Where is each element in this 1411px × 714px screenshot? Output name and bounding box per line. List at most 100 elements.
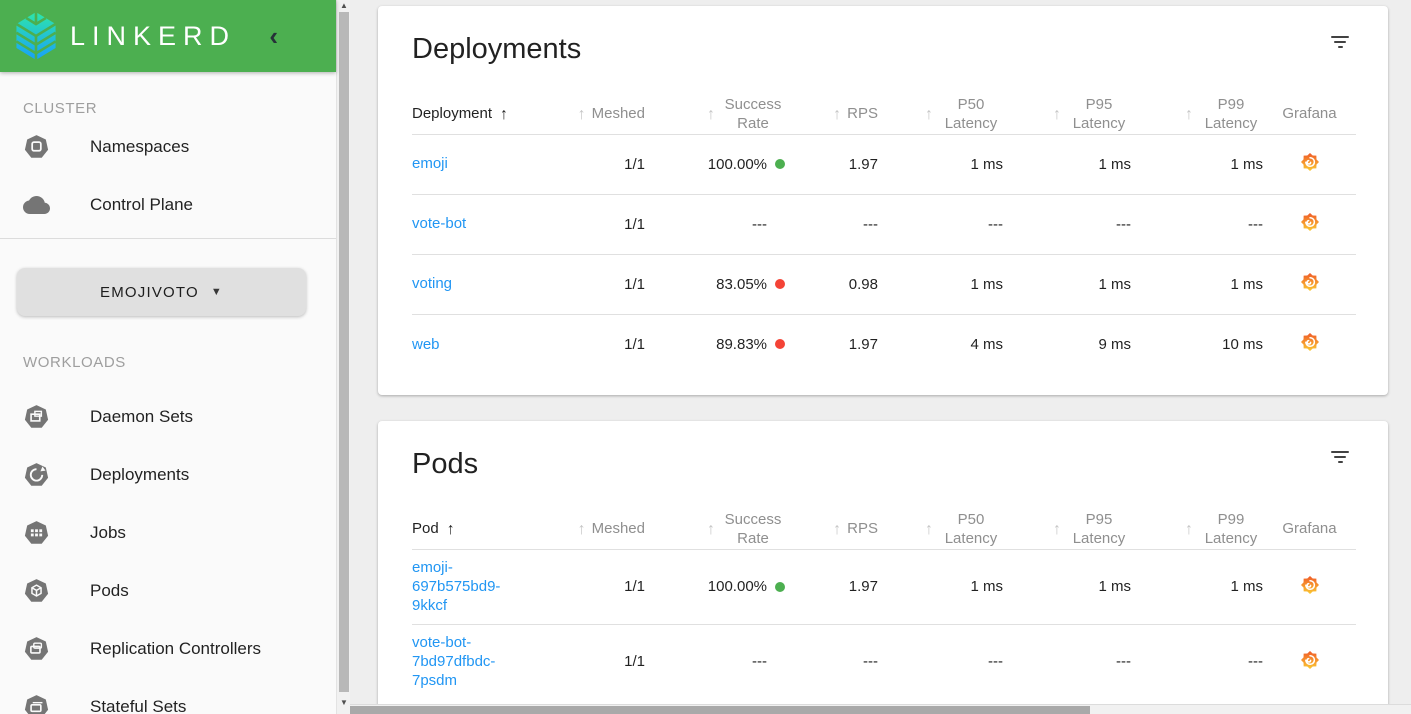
- sidebar-item-control-plane[interactable]: Control Plane: [0, 176, 336, 234]
- rps-cell: 1.97: [848, 335, 878, 353]
- sort-arrow-icon: ↑: [577, 520, 586, 538]
- grafana-cell: [1263, 134, 1356, 194]
- sidebar-item-label: Jobs: [90, 523, 126, 542]
- column-header-success-rate[interactable]: ↑Success Rate: [645, 66, 785, 134]
- deployment-name-cell: web: [412, 314, 557, 374]
- grafana-cell: [1263, 624, 1356, 699]
- column-header-p50-latency[interactable]: ↑P50 Latency: [878, 481, 1003, 549]
- column-header-deployment[interactable]: Deployment ↑: [412, 66, 557, 134]
- rps-cell: ---: [863, 653, 878, 671]
- pod-name-cell: emoji-697b575bd9-9kkcf: [412, 549, 557, 624]
- grafana-cell: [1263, 314, 1356, 374]
- filter-icon[interactable]: [1330, 36, 1350, 54]
- p50-latency-cell: ---: [988, 215, 1003, 233]
- column-header-rps[interactable]: ↑ RPS: [785, 481, 878, 549]
- sidebar-item-stateful-sets[interactable]: Stateful Sets: [0, 678, 336, 714]
- grafana-icon[interactable]: [1300, 213, 1319, 231]
- p99-latency-cell: 1 ms: [1230, 578, 1263, 595]
- column-header-grafana: Grafana: [1282, 105, 1337, 123]
- main-horizontal-scrollbar[interactable]: [350, 704, 1411, 714]
- column-header-pod[interactable]: Pod ↑: [412, 481, 557, 549]
- grafana-cell: [1263, 549, 1356, 624]
- namespace-selector-button[interactable]: EMOJIVOTO ▼: [17, 268, 306, 316]
- column-header-p95-latency[interactable]: ↑P95 Latency: [1003, 481, 1131, 549]
- meshed-cell: 1/1: [624, 578, 645, 595]
- filter-icon[interactable]: [1330, 451, 1350, 469]
- status-dot: [775, 159, 785, 169]
- meshed-cell: 1/1: [624, 215, 645, 233]
- sort-arrow-icon: ↑: [1185, 520, 1193, 538]
- workloads-list: Daemon Sets Deployments Jobs Pods Replic…: [0, 388, 336, 714]
- caret-down-icon: ▼: [210, 286, 223, 298]
- linkerd-logo-icon: [15, 12, 57, 60]
- deployment-link[interactable]: web: [412, 336, 440, 353]
- status-dot: [775, 339, 785, 350]
- rps-cell: 1.97: [848, 578, 878, 595]
- p95-latency-cell: ---: [1116, 215, 1131, 233]
- pod-name-cell: vote-bot-7bd97dfbdc-7psdm: [412, 624, 557, 699]
- success-rate-cell: ---: [752, 653, 767, 671]
- p95-latency-cell: 1 ms: [1098, 275, 1131, 293]
- sidebar-item-pods[interactable]: Pods: [0, 562, 336, 620]
- grafana-icon[interactable]: [1300, 153, 1319, 171]
- sidebar-collapse-chevron-icon[interactable]: ‹: [269, 23, 278, 49]
- rps-cell: ---: [863, 215, 878, 233]
- deployment-link[interactable]: voting: [412, 275, 452, 292]
- sidebar-item-namespaces[interactable]: Namespaces: [0, 118, 336, 176]
- sort-arrow-icon: ↑: [707, 520, 715, 538]
- grafana-icon[interactable]: [1300, 333, 1319, 352]
- sort-arrow-icon: ↑: [446, 520, 455, 538]
- sort-arrow-icon: ↑: [925, 105, 933, 123]
- grafana-cell: [1263, 254, 1356, 314]
- column-header-success-rate[interactable]: ↑Success Rate: [645, 481, 785, 549]
- deployments-table: Deployment ↑ ↑ Meshed ↑Success Rate ↑ RPS ↑…: [412, 66, 1356, 374]
- deployment-name-cell: vote-bot: [412, 194, 557, 254]
- sidebar-item-replication-controllers[interactable]: Replication Controllers: [0, 620, 336, 678]
- sidebar-item-deployments[interactable]: Deployments: [0, 446, 336, 504]
- p50-latency-cell: ---: [988, 653, 1003, 671]
- pod-link[interactable]: emoji-697b575bd9-9kkcf: [412, 558, 516, 616]
- sidebar-item-daemon-sets[interactable]: Daemon Sets: [0, 388, 336, 446]
- cluster-section-label: CLUSTER: [23, 100, 98, 117]
- pods-icon: [24, 579, 49, 602]
- column-header-p99-latency[interactable]: ↑P99 Latency: [1131, 481, 1263, 549]
- column-header-meshed[interactable]: ↑ Meshed: [557, 66, 645, 134]
- namespaces-icon: [24, 135, 49, 158]
- sidebar-item-label: Replication Controllers: [90, 639, 262, 658]
- pod-link[interactable]: vote-bot-7bd97dfbdc-7psdm: [412, 633, 516, 691]
- sidebar-scrollbar[interactable]: ▲ ▼: [336, 0, 350, 714]
- column-header-grafana: Grafana: [1282, 520, 1337, 538]
- table-row: vote-bot-7bd97dfbdc-7psdm 1/1 --- --- --…: [412, 624, 1356, 699]
- stateful-sets-icon: [24, 695, 49, 714]
- sidebar-item-label: Stateful Sets: [90, 697, 187, 714]
- column-header-p50-latency[interactable]: ↑P50 Latency: [878, 66, 1003, 134]
- deployment-name-cell: emoji: [412, 134, 557, 194]
- grafana-icon[interactable]: [1300, 650, 1319, 669]
- p99-latency-cell: ---: [1248, 215, 1263, 233]
- sidebar-item-jobs[interactable]: Jobs: [0, 504, 336, 562]
- cloud-icon: [23, 196, 50, 214]
- horizontal-scrollbar-thumb[interactable]: [350, 706, 1090, 714]
- sidebar-scrollbar-thumb[interactable]: [339, 12, 349, 692]
- sort-arrow-icon: ↑: [577, 105, 586, 123]
- namespace-selector-label: EMOJIVOTO: [100, 283, 199, 301]
- grafana-icon[interactable]: [1300, 575, 1319, 594]
- deployment-link[interactable]: vote-bot: [412, 215, 466, 232]
- scroll-up-icon[interactable]: ▲: [337, 1, 351, 11]
- deployment-link[interactable]: emoji: [412, 155, 448, 172]
- scroll-down-icon[interactable]: ▼: [337, 698, 351, 708]
- p50-latency-cell: 1 ms: [970, 155, 1003, 173]
- sidebar-item-label: Control Plane: [90, 195, 194, 214]
- column-header-p95-latency[interactable]: ↑P95 Latency: [1003, 66, 1131, 134]
- pods-card: Pods Pod ↑ ↑ Meshed ↑Success Rate ↑ RPS …: [378, 421, 1388, 714]
- column-header-rps[interactable]: ↑ RPS: [785, 66, 878, 134]
- p50-latency-cell: 1 ms: [970, 275, 1003, 293]
- p95-latency-cell: 1 ms: [1098, 578, 1131, 595]
- rps-cell: 0.98: [848, 275, 878, 293]
- table-header-row: Pod ↑ ↑ Meshed ↑Success Rate ↑ RPS ↑P50 Lat…: [412, 481, 1356, 549]
- meshed-cell: 1/1: [624, 155, 645, 173]
- column-header-p99-latency[interactable]: ↑P99 Latency: [1131, 66, 1263, 134]
- grafana-icon[interactable]: [1300, 273, 1319, 291]
- column-header-meshed[interactable]: ↑ Meshed: [557, 481, 645, 549]
- table-header-row: Deployment ↑ ↑ Meshed ↑Success Rate ↑ RPS ↑…: [412, 66, 1356, 134]
